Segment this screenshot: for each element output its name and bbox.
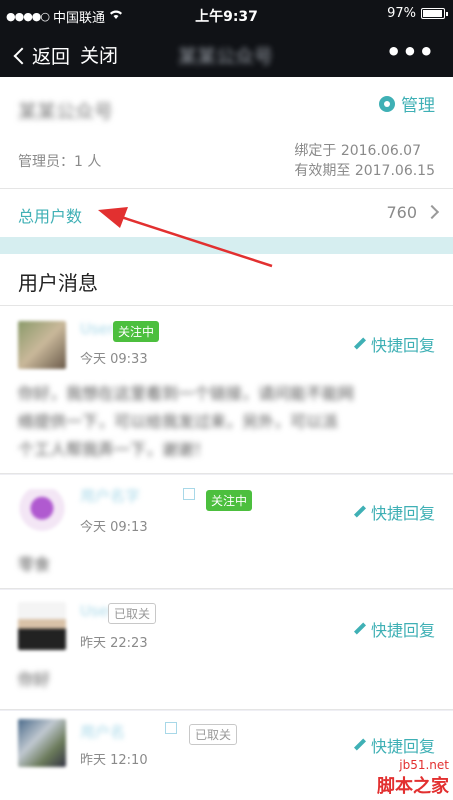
valid-until: 有效期至 2017.06.15 bbox=[294, 163, 435, 179]
chevron-right-icon bbox=[424, 204, 440, 220]
quick-reply-button[interactable]: 快捷回复 bbox=[354, 500, 435, 524]
quick-reply-button[interactable]: 快捷回复 bbox=[354, 617, 435, 641]
section-title: 用户消息 bbox=[0, 254, 453, 306]
back-label: 返回 bbox=[32, 46, 71, 68]
watermark: jb51.net 脚本之家 bbox=[377, 758, 449, 798]
close-button[interactable]: 关闭 bbox=[80, 41, 118, 68]
message-text: 你好，我想在这里看到一个链接，请问能不能网 络提供一下，可以给我发过来，另外，可… bbox=[18, 380, 435, 464]
message-item: User 已取关 昨天 22:23 快捷回复 你好 bbox=[0, 590, 453, 710]
account-dates: 绑定于 2016.06.07 有效期至 2017.06.15 bbox=[294, 141, 435, 181]
battery-icon bbox=[421, 8, 448, 19]
total-users-value: 760 bbox=[386, 203, 417, 222]
chevron-left-icon bbox=[13, 47, 31, 64]
message-item: 用户名字 关注中 今天 09:13 快捷回复 零食 bbox=[0, 475, 453, 589]
message-item: User 关注中 今天 09:33 快捷回复 你好，我想在这里看到一个链接，请问… bbox=[0, 306, 453, 474]
watermark-site: jb51.net bbox=[399, 758, 449, 772]
pencil-icon bbox=[354, 338, 366, 350]
status-badge: 关注中 bbox=[206, 490, 253, 511]
message-line: 你好，我想在这里看到一个链接，请问能不能网 bbox=[18, 384, 355, 403]
quick-reply-label: 快捷回复 bbox=[370, 621, 435, 640]
bind-date: 绑定于 2016.06.07 bbox=[294, 143, 421, 159]
account-name: 某某公众号 bbox=[18, 101, 114, 123]
pencil-icon bbox=[354, 506, 366, 518]
avatar[interactable] bbox=[18, 489, 66, 537]
message-username[interactable]: 用户名 bbox=[80, 721, 125, 742]
message-username[interactable]: 用户名字 bbox=[80, 485, 140, 506]
message-username[interactable]: User bbox=[80, 320, 114, 338]
message-line: 零食 bbox=[18, 555, 51, 574]
status-time: 上午9:37 bbox=[195, 9, 258, 25]
total-users-row[interactable]: 总用户数 760 bbox=[0, 189, 453, 237]
message-time: 今天 09:13 bbox=[80, 520, 148, 535]
message-text: 你好 bbox=[18, 666, 435, 694]
avatar[interactable] bbox=[18, 719, 66, 767]
status-badge: 关注中 bbox=[113, 321, 160, 342]
section-separator bbox=[0, 237, 453, 254]
quick-reply-label: 快捷回复 bbox=[370, 737, 435, 756]
message-text: 零食 bbox=[18, 551, 435, 579]
manage-label: 管理 bbox=[401, 96, 435, 116]
nav-bar: 返回 关闭 某某公众号 ••• bbox=[0, 30, 453, 77]
status-bar: ●●●●○ 中国联通 上午9:37 97% bbox=[0, 0, 453, 30]
quick-reply-button[interactable]: 快捷回复 bbox=[354, 332, 435, 356]
quick-reply-button[interactable]: 快捷回复 bbox=[354, 733, 435, 757]
message-line: 你好 bbox=[18, 670, 51, 689]
checkbox-icon bbox=[183, 488, 195, 500]
watermark-name: 脚本之家 bbox=[377, 776, 449, 797]
message-time: 今天 09:33 bbox=[80, 352, 148, 367]
gear-icon bbox=[379, 95, 395, 112]
back-button[interactable]: 返回 bbox=[12, 42, 70, 69]
status-badge: 已取关 bbox=[108, 603, 157, 624]
avatar[interactable] bbox=[18, 602, 66, 650]
more-menu-button[interactable]: ••• bbox=[386, 38, 435, 66]
pencil-icon bbox=[354, 623, 366, 635]
quick-reply-label: 快捷回复 bbox=[370, 336, 435, 355]
pencil-icon bbox=[354, 739, 366, 751]
admin-count: 管理员：1 人 bbox=[18, 154, 102, 170]
total-users-label: 总用户数 bbox=[18, 207, 83, 226]
message-line: 络提供一下，可以给我发过来，另外，可以派 bbox=[18, 412, 339, 431]
battery-percent: 97% bbox=[387, 6, 416, 21]
manage-button[interactable]: 管理 bbox=[379, 91, 435, 116]
status-badge: 已取关 bbox=[189, 724, 238, 745]
message-line: 个工人帮我弄一下，谢谢！ bbox=[18, 440, 211, 459]
avatar[interactable] bbox=[18, 321, 66, 369]
page-title: 某某公众号 bbox=[178, 46, 274, 68]
quick-reply-label: 快捷回复 bbox=[370, 504, 435, 523]
message-time: 昨天 22:23 bbox=[80, 636, 148, 651]
message-time: 昨天 12:10 bbox=[80, 753, 148, 768]
checkbox-icon bbox=[165, 722, 177, 734]
account-card: 某某公众号 管理 管理员：1 人 绑定于 2016.06.07 有效期至 201… bbox=[0, 77, 453, 237]
